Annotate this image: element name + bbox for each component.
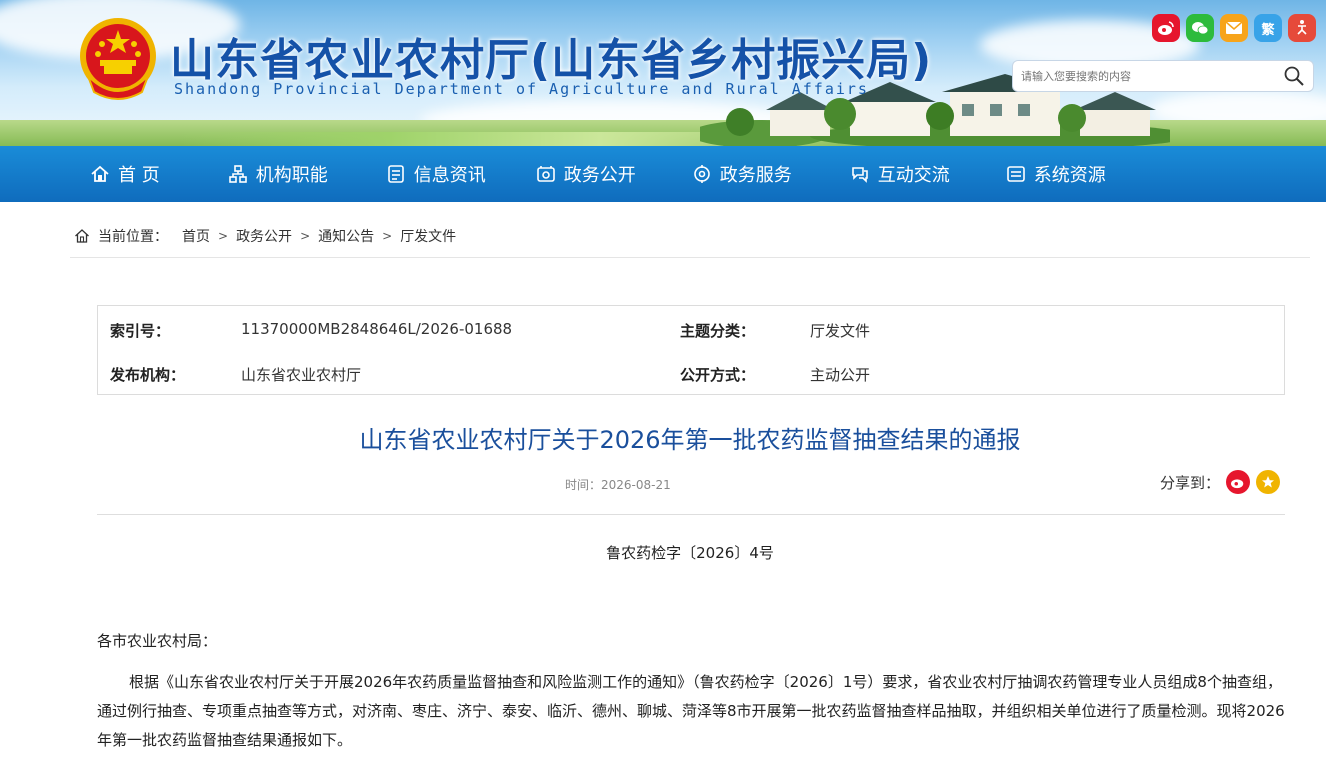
article-paragraph: 根据《山东省农业农村厅关于开展2026年农药质量监督抽查和风险监测工作的通知》（… [97,673,1285,749]
category-label: 主题分类： [680,322,756,340]
nav-item-service[interactable]: 政务服务 [692,161,792,187]
national-emblem-icon [80,18,156,100]
breadcrumb-gov-open[interactable]: 政务公开 [236,226,292,246]
nav-item-info[interactable]: 信息资讯 [386,161,486,187]
breadcrumb-home[interactable]: 首页 [182,226,210,246]
weibo-icon[interactable] [1152,14,1180,42]
salutation: 各市农业农村局： [97,632,218,650]
breadcrumb: 当前位置： 首页 > 政务公开 > 通知公告 > 厅发文件 [74,226,456,246]
nav-item-resource[interactable]: 系统资源 [1006,161,1106,187]
social-links: 繁 [1152,14,1316,42]
breadcrumb-divider [70,257,1310,258]
index-number-value: 11370000MB2848646L/2026-01688 [241,320,513,338]
publish-date: 时间：2026-08-21 [565,476,671,493]
document-number: 鲁农药检字〔2026〕4号 [606,544,774,562]
site-subtitle: Shandong Provincial Department of Agricu… [174,80,869,98]
resource-icon [1006,166,1025,182]
breadcrumb-current[interactable]: 厅发文件 [400,226,456,246]
article-divider [97,514,1285,515]
search-icon[interactable] [1283,65,1305,87]
breadcrumb-separator: > [218,229,229,243]
breadcrumb-label: 当前位置： [98,229,168,245]
issuer-label: 发布机构： [110,366,186,384]
main-nav: 首 页 机构职能 信息资讯 政务公开 政务服务 互动交流 系统资源 [0,146,1326,202]
accessibility-icon[interactable] [1288,14,1316,42]
publish-date-value: 2026-08-21 [601,478,671,492]
home-icon [75,229,89,243]
org-icon [228,165,247,183]
search-box [1012,60,1314,92]
category-value: 厅发文件 [810,322,871,340]
disclosure-value: 主动公开 [810,366,871,384]
breadcrumb-separator: > [382,229,393,243]
breadcrumb-notices[interactable]: 通知公告 [318,226,374,246]
nav-item-org[interactable]: 机构职能 [228,161,328,187]
site-title: 山东省农业农村厅(山东省乡村振兴局) [170,35,933,86]
nav-item-chat[interactable]: 互动交流 [850,161,950,187]
share-bar: 分享到： [1160,470,1281,494]
nav-item-home[interactable]: 首 页 [90,161,160,187]
home-icon [91,165,109,182]
issuer-value: 山东省农业农村厅 [241,366,362,384]
gov-open-icon [536,166,555,182]
document-meta-box: 索引号： 11370000MB2848646L/2026-01688 主题分类：… [97,305,1285,395]
traditional-chinese-icon[interactable]: 繁 [1254,14,1282,42]
nav-item-gov-open[interactable]: 政务公开 [536,161,636,187]
mail-icon[interactable] [1220,14,1248,42]
article-title: 山东省农业农村厅关于2026年第一批农药监督抽查结果的通报 [359,426,1021,454]
publish-date-label: 时间： [565,478,602,492]
service-icon [693,165,710,183]
index-number-label: 索引号： [110,322,171,340]
disclosure-label: 公开方式： [680,366,756,384]
wechat-icon[interactable] [1186,14,1214,42]
header-banner: 山东省农业农村厅(山东省乡村振兴局) Shandong Provincial D… [0,0,1326,146]
share-favorite-icon[interactable] [1256,470,1281,494]
info-icon [387,165,404,183]
share-label: 分享到： [1160,473,1221,492]
search-input[interactable] [1021,69,1283,83]
breadcrumb-separator: > [300,229,311,243]
chat-icon [851,167,868,183]
share-weibo-icon[interactable] [1226,470,1251,494]
